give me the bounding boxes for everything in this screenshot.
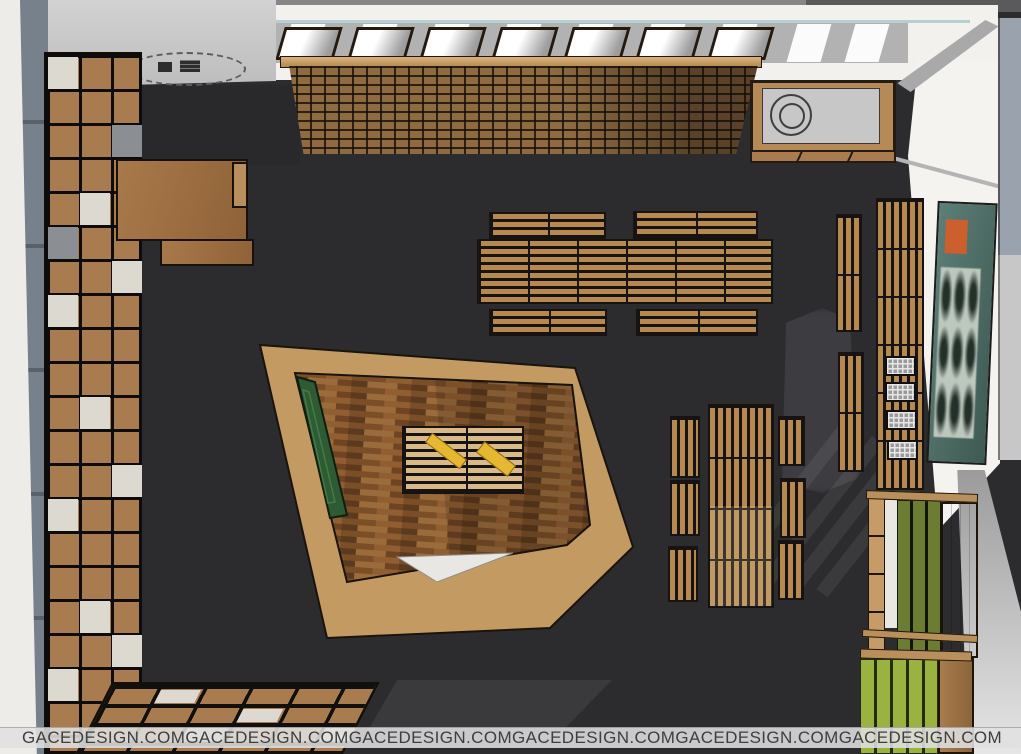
sink-inner-circle-icon — [779, 103, 805, 129]
vent-icon — [180, 60, 200, 72]
wire-basket — [886, 410, 917, 430]
projector-icon — [158, 62, 172, 72]
watermark-text: GACEDESIGN.COM — [185, 728, 348, 748]
tall-center-table-light — [710, 506, 772, 606]
locker-open-white — [885, 500, 897, 628]
right-strip-gray — [998, 255, 1021, 460]
watermark-text: GACEDESIGN.COM — [349, 728, 512, 748]
watermark-text: GACEDESIGN.COM — [22, 728, 185, 748]
stage-platform — [235, 330, 655, 660]
shelf-cube-white — [80, 193, 110, 225]
wire-basket — [885, 382, 916, 402]
wall-bench-upper — [836, 214, 862, 332]
shelf-cube-white — [48, 669, 78, 701]
poster-photo-grid — [933, 267, 980, 439]
box-top-white — [154, 690, 201, 703]
bench-left-1 — [670, 416, 700, 478]
shelf-cube-white — [112, 465, 142, 497]
floor-shade-topleft — [140, 85, 300, 165]
bench-right-2 — [780, 478, 806, 538]
bench-left-3 — [668, 546, 698, 602]
shelf-cube-gray — [112, 125, 142, 157]
shelf-cube-white — [48, 295, 78, 327]
watermark-text: GACEDESIGN.COM — [839, 728, 1002, 748]
reception-desk-extension — [160, 239, 254, 266]
interior-render-top-view: GACEDESIGN.COM GACEDESIGN.COM GACEDESIGN… — [0, 0, 1021, 754]
wire-basket — [887, 440, 918, 460]
watermark-text: GACEDESIGN.COM — [675, 728, 838, 748]
reception-desk — [116, 159, 248, 241]
reception-desk-step — [232, 162, 248, 208]
wire-basket — [885, 356, 916, 376]
watermark-bar: GACEDESIGN.COM GACEDESIGN.COM GACEDESIGN… — [0, 727, 1021, 748]
bench-top-left — [489, 212, 606, 239]
poster-orange-logo — [944, 219, 967, 254]
lattice-screen — [282, 66, 760, 154]
bench-top-right — [633, 211, 758, 239]
watermark-text: GACEDESIGN.COM — [512, 728, 675, 748]
bench-left-2 — [670, 480, 700, 536]
wall-poster — [926, 201, 997, 465]
bench-right-1 — [778, 416, 805, 466]
shelf-cube-white — [48, 499, 78, 531]
shelf-cube-white — [80, 397, 110, 429]
bench-right-3 — [778, 540, 804, 600]
right-strip-blue — [998, 18, 1021, 255]
box-top-white — [237, 709, 284, 722]
long-display-table — [477, 239, 773, 304]
shelf-cube-white — [48, 57, 78, 89]
wall-bench-lower — [838, 352, 864, 472]
shelf-cube-white — [112, 635, 142, 667]
floor-mat — [368, 680, 612, 730]
cubby-shelving — [44, 52, 142, 754]
cabinet-sill — [750, 150, 896, 163]
shelf-cube-white — [80, 601, 110, 633]
shelf-cube-white — [112, 261, 142, 293]
shelf-cube-gray — [48, 227, 78, 259]
